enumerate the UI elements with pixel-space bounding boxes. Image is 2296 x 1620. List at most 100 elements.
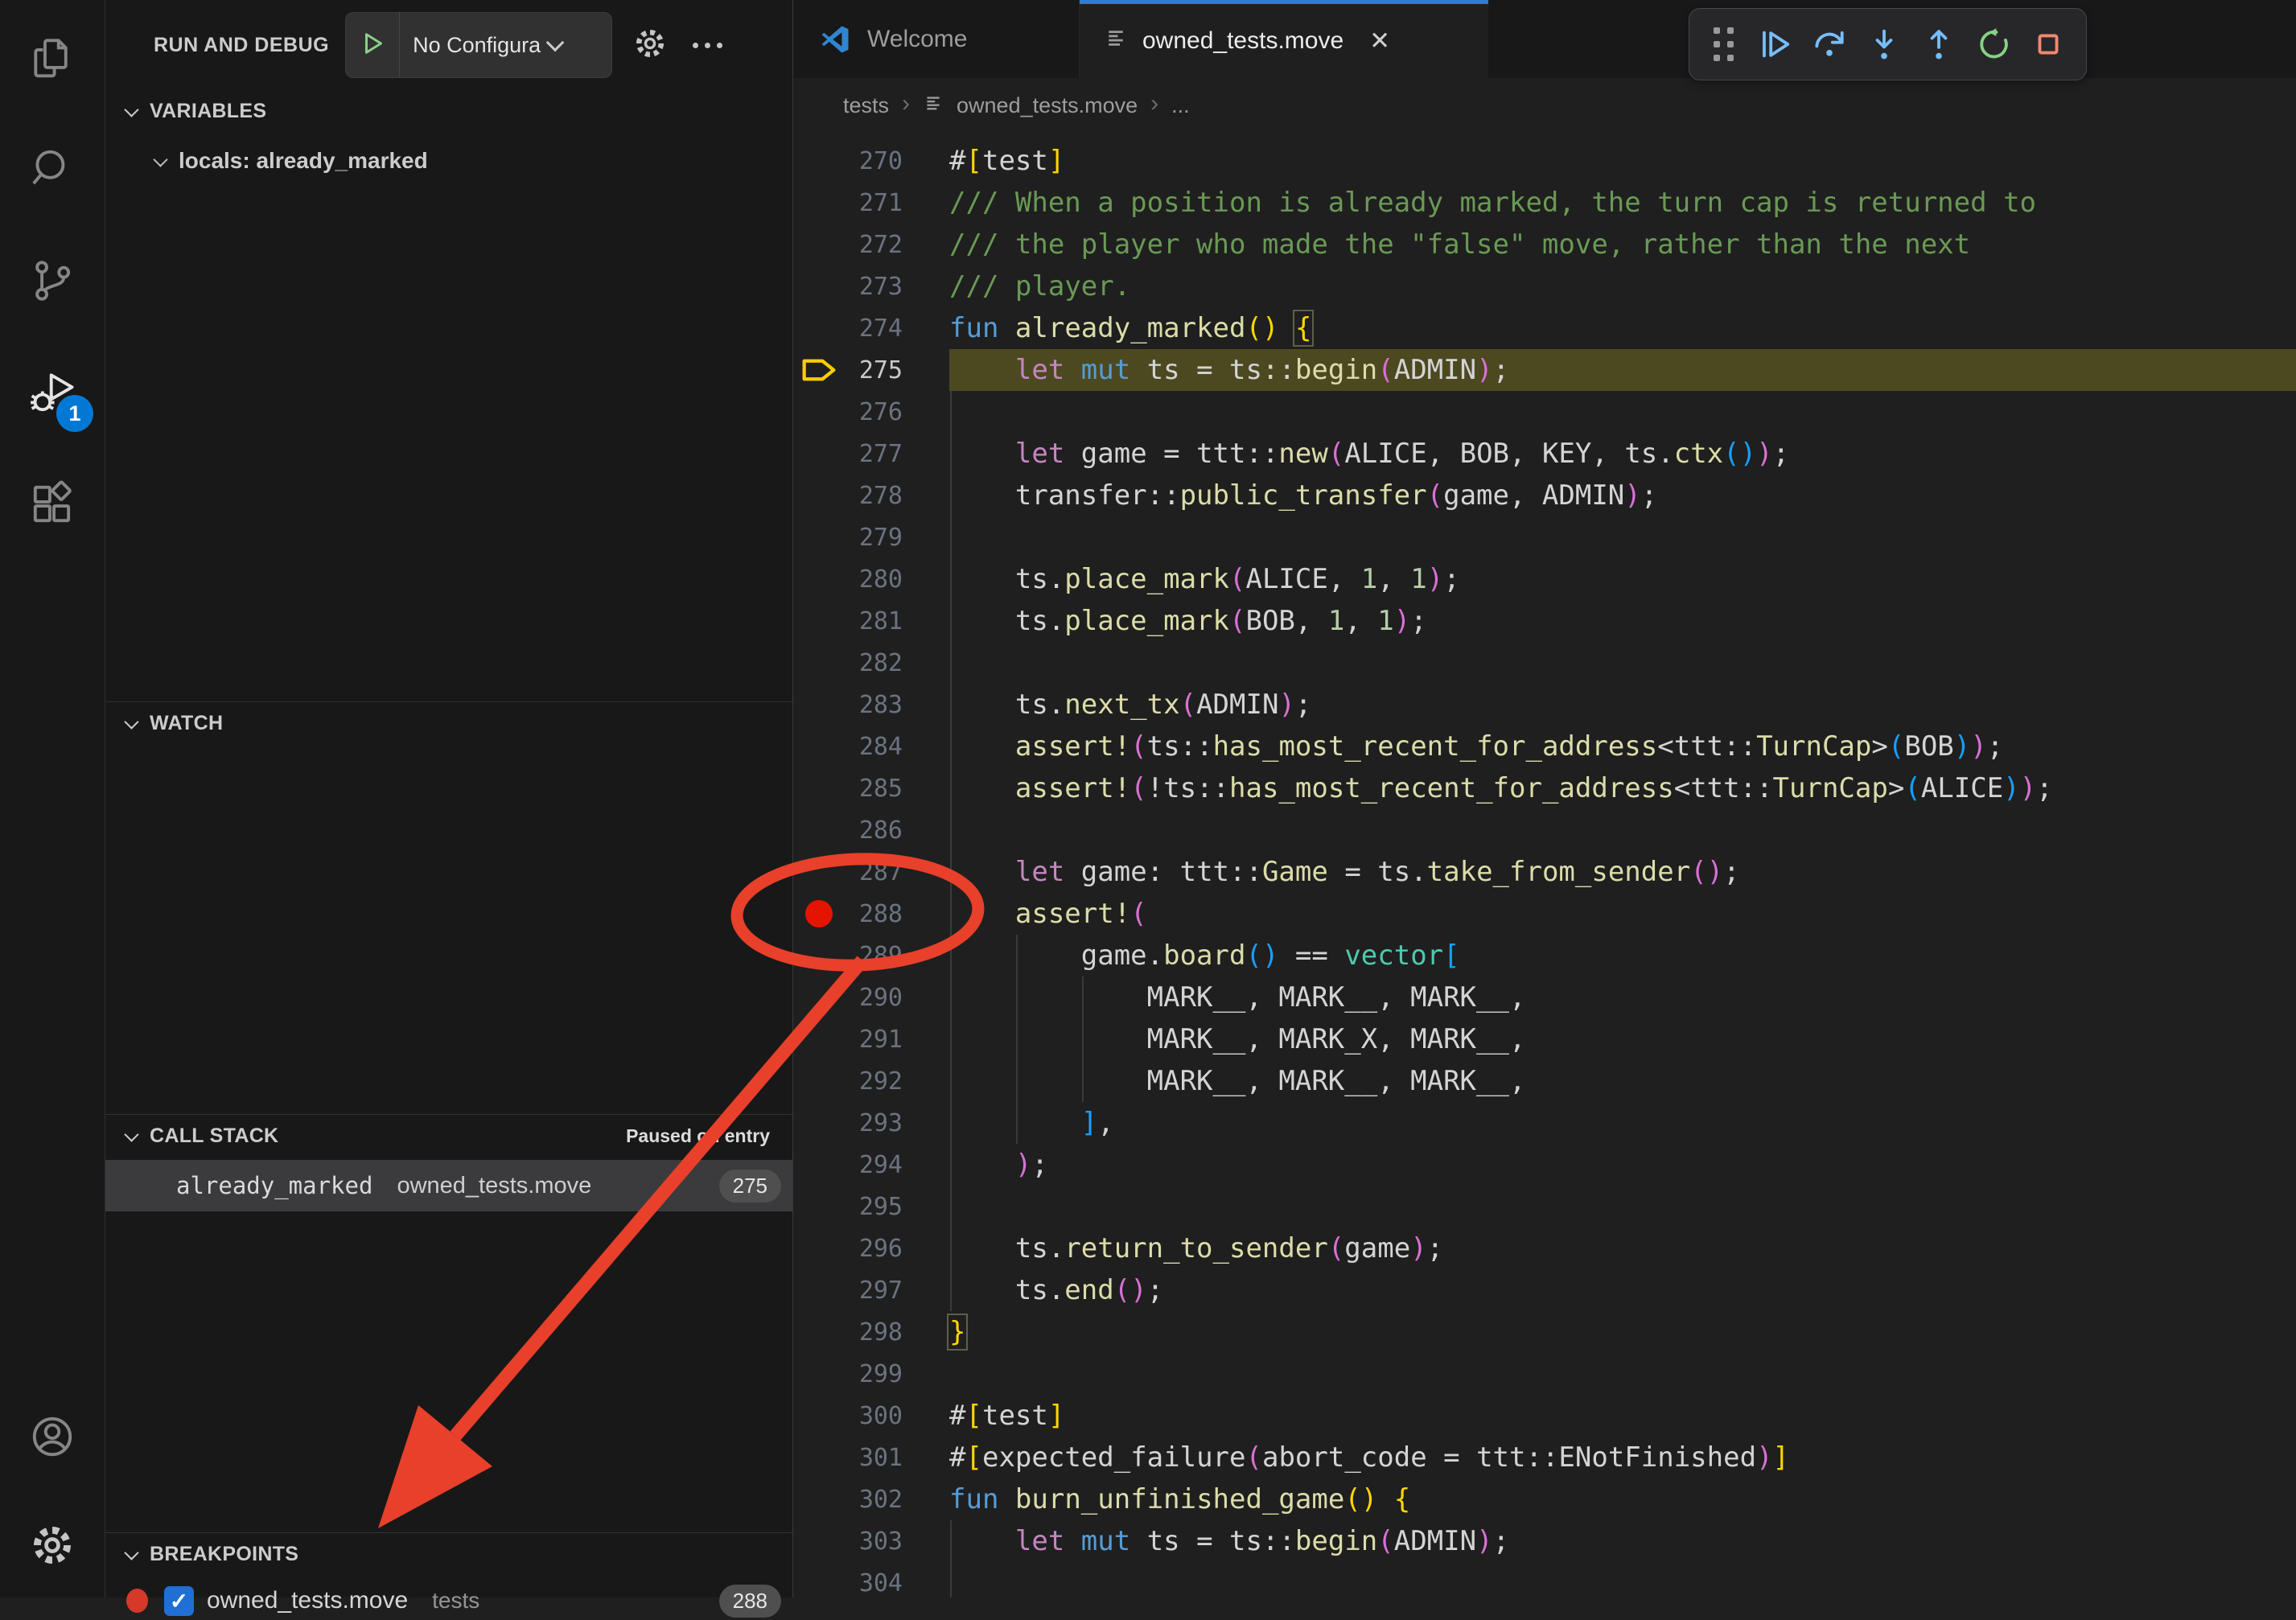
code-line-271[interactable]: 271/// When a position is already marked… — [793, 182, 2296, 224]
start-debug-button[interactable] — [346, 13, 400, 77]
toolbar-drag-handle[interactable] — [1714, 27, 1734, 61]
breakpoint-checkbox[interactable]: ✓ — [164, 1586, 194, 1616]
code-line-304[interactable]: 304 — [793, 1562, 2296, 1597]
code-line-285[interactable]: 285 assert!(!ts::has_most_recent_for_add… — [793, 767, 2296, 809]
code-line-290[interactable]: 290 MARK__, MARK__, MARK__, — [793, 977, 2296, 1018]
code-line-299[interactable]: 299 — [793, 1353, 2296, 1395]
code-line-272[interactable]: 272/// the player who made the "false" m… — [793, 224, 2296, 265]
breakpoints-section-header[interactable]: BREAKPOINTS — [105, 1533, 792, 1575]
more-actions-button[interactable] — [693, 43, 722, 48]
gutter-line-275[interactable] — [793, 349, 845, 391]
gutter-line-289[interactable] — [793, 935, 845, 977]
gutter-line-301[interactable] — [793, 1437, 845, 1478]
code-line-281[interactable]: 281 ts.place_mark(BOB, 1, 1); — [793, 600, 2296, 642]
gutter-line-302[interactable] — [793, 1478, 845, 1520]
code-line-297[interactable]: 297 ts.end(); — [793, 1269, 2296, 1311]
code-line-294[interactable]: 294 ); — [793, 1144, 2296, 1186]
code-line-291[interactable]: 291 MARK__, MARK_X, MARK__, — [793, 1018, 2296, 1060]
gutter-line-297[interactable] — [793, 1269, 845, 1311]
gutter-line-294[interactable] — [793, 1144, 845, 1186]
restart-button[interactable] — [1970, 21, 2017, 68]
gutter-line-298[interactable] — [793, 1311, 845, 1353]
activity-search[interactable] — [0, 118, 105, 223]
activity-extensions[interactable] — [0, 454, 105, 558]
gutter-line-299[interactable] — [793, 1353, 845, 1395]
activity-run-and-debug[interactable]: 1 — [0, 342, 105, 446]
code-line-284[interactable]: 284 assert!(ts::has_most_recent_for_addr… — [793, 726, 2296, 767]
step-into-button[interactable] — [1861, 21, 1907, 68]
gutter-line-270[interactable] — [793, 140, 845, 182]
gutter-line-291[interactable] — [793, 1018, 845, 1060]
code-line-292[interactable]: 292 MARK__, MARK__, MARK__, — [793, 1060, 2296, 1102]
gutter-line-285[interactable] — [793, 767, 845, 809]
code-line-300[interactable]: 300#[test] — [793, 1395, 2296, 1437]
code-line-278[interactable]: 278 transfer::public_transfer(game, ADMI… — [793, 475, 2296, 516]
tab-welcome[interactable]: Welcome — [793, 0, 1080, 78]
activity-explorer[interactable] — [0, 6, 105, 111]
debug-config-dropdown[interactable]: No Configura — [345, 12, 612, 78]
tab-owned-tests-move[interactable]: owned_tests.move ✕ — [1080, 0, 1488, 78]
code-line-303[interactable]: 303 let mut ts = ts::begin(ADMIN); — [793, 1520, 2296, 1562]
code-line-282[interactable]: 282 — [793, 642, 2296, 684]
code-line-298[interactable]: 298} — [793, 1311, 2296, 1353]
code-line-289[interactable]: 289 game.board() == vector[ — [793, 935, 2296, 977]
gutter-line-284[interactable] — [793, 726, 845, 767]
code-line-273[interactable]: 273/// player. — [793, 265, 2296, 307]
code-line-280[interactable]: 280 ts.place_mark(ALICE, 1, 1); — [793, 558, 2296, 600]
gutter-line-273[interactable] — [793, 265, 845, 307]
stop-button[interactable] — [2025, 21, 2072, 68]
gutter-line-287[interactable] — [793, 851, 845, 893]
activity-settings[interactable] — [0, 1495, 105, 1599]
gutter-line-272[interactable] — [793, 224, 845, 265]
gutter-line-274[interactable] — [793, 307, 845, 349]
gutter-line-278[interactable] — [793, 475, 845, 516]
gutter-line-288[interactable] — [793, 893, 845, 935]
code-line-295[interactable]: 295 — [793, 1186, 2296, 1227]
gutter-line-277[interactable] — [793, 433, 845, 475]
continue-button[interactable] — [1751, 21, 1798, 68]
step-over-button[interactable] — [1806, 21, 1853, 68]
gutter-line-292[interactable] — [793, 1060, 845, 1102]
gutter-line-281[interactable] — [793, 600, 845, 642]
code-line-287[interactable]: 287 let game: ttt::Game = ts.take_from_s… — [793, 851, 2296, 893]
gutter-line-282[interactable] — [793, 642, 845, 684]
breakpoint-list-item[interactable]: ✓ owned_tests.move tests 288 — [105, 1581, 792, 1620]
gutter-line-296[interactable] — [793, 1227, 845, 1269]
gutter-line-283[interactable] — [793, 684, 845, 726]
code-line-288[interactable]: 288 assert!( — [793, 893, 2296, 935]
code-line-275[interactable]: 275 let mut ts = ts::begin(ADMIN); — [793, 349, 2296, 391]
code-line-283[interactable]: 283 ts.next_tx(ADMIN); — [793, 684, 2296, 726]
gutter-line-304[interactable] — [793, 1562, 845, 1597]
gutter-line-293[interactable] — [793, 1102, 845, 1144]
breadcrumb-item-tests[interactable]: tests — [843, 93, 889, 118]
close-icon[interactable]: ✕ — [1369, 27, 1390, 56]
code-line-270[interactable]: 270#[test] — [793, 140, 2296, 182]
gutter-line-271[interactable] — [793, 182, 845, 224]
activity-account[interactable] — [0, 1386, 105, 1490]
gutter-line-290[interactable] — [793, 977, 845, 1018]
code-line-286[interactable]: 286 — [793, 809, 2296, 851]
gutter-line-276[interactable] — [793, 391, 845, 433]
debug-settings-gear-button[interactable] — [632, 25, 669, 66]
code-line-279[interactable]: 279 — [793, 516, 2296, 558]
code-line-274[interactable]: 274fun already_marked() { — [793, 307, 2296, 349]
step-out-button[interactable] — [1915, 21, 1962, 68]
breadcrumb-item-symbol[interactable]: ... — [1171, 93, 1190, 118]
gutter-line-279[interactable] — [793, 516, 845, 558]
variables-scope-locals[interactable]: locals: already_marked — [105, 148, 792, 174]
call-stack-section-header[interactable]: CALL STACK Paused on entry — [105, 1115, 792, 1157]
variables-section-header[interactable]: VARIABLES — [105, 90, 792, 132]
code-editor[interactable]: 270#[test]271/// When a position is alre… — [793, 133, 2296, 1597]
code-line-293[interactable]: 293 ], — [793, 1102, 2296, 1144]
gutter-line-300[interactable] — [793, 1395, 845, 1437]
gutter-line-303[interactable] — [793, 1520, 845, 1562]
call-stack-frame-row[interactable]: already_marked owned_tests.move 275 — [105, 1160, 792, 1211]
activity-source-control[interactable] — [0, 230, 105, 335]
gutter-line-295[interactable] — [793, 1186, 845, 1227]
gutter-line-286[interactable] — [793, 809, 845, 851]
code-line-296[interactable]: 296 ts.return_to_sender(game); — [793, 1227, 2296, 1269]
code-line-302[interactable]: 302fun burn_unfinished_game() { — [793, 1478, 2296, 1520]
code-line-301[interactable]: 301#[expected_failure(abort_code = ttt::… — [793, 1437, 2296, 1478]
watch-section-header[interactable]: WATCH — [105, 702, 792, 744]
code-line-277[interactable]: 277 let game = ttt::new(ALICE, BOB, KEY,… — [793, 433, 2296, 475]
